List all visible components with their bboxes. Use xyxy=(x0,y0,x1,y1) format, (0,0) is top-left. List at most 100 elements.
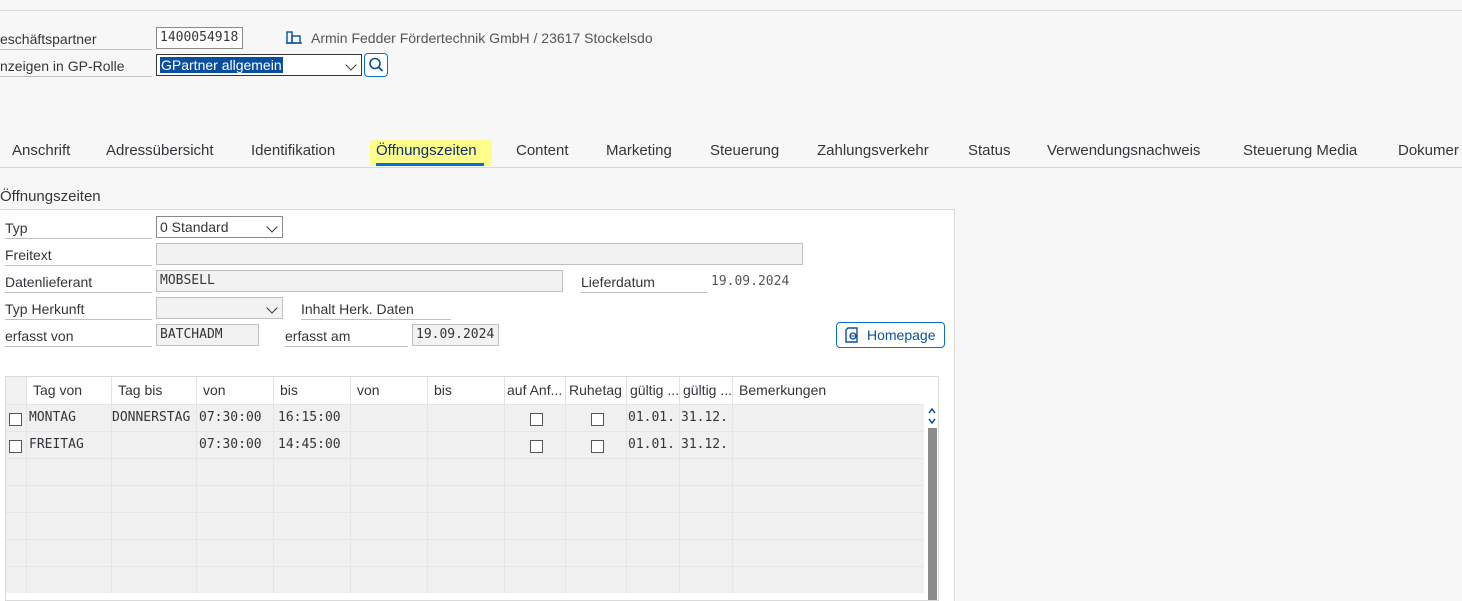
empty-cell xyxy=(112,540,197,566)
erfasst-von-input[interactable]: BATCHADM xyxy=(156,324,259,346)
tab-oeffnungszeiten[interactable]: Öffnungszeiten xyxy=(376,142,477,159)
tab-zahlungsverkehr[interactable]: Zahlungsverkehr xyxy=(817,142,929,159)
tab-verwendungsnachweis[interactable]: Verwendungsnachweis xyxy=(1047,142,1200,159)
row-select-header[interactable] xyxy=(6,377,27,404)
tab-anschrift[interactable]: Anschrift xyxy=(12,142,70,159)
freitext-input[interactable] xyxy=(156,243,803,265)
empty-cell xyxy=(112,459,197,485)
col-header-gueltig-ab[interactable]: gültig ... xyxy=(627,377,680,404)
checkbox[interactable] xyxy=(9,439,22,453)
tab-content[interactable]: Content xyxy=(516,142,569,159)
active-tab-indicator xyxy=(376,163,484,166)
empty-cell xyxy=(6,513,27,539)
col-header-ruhetag[interactable]: Ruhetag xyxy=(566,377,627,404)
tab-marketing[interactable]: Marketing xyxy=(606,142,672,159)
cell-bis-2[interactable] xyxy=(428,405,505,431)
tab-steuerung-media[interactable]: Steuerung Media xyxy=(1243,142,1357,159)
col-header-von[interactable]: von xyxy=(197,377,274,404)
empty-cell xyxy=(351,540,428,566)
table-row-empty[interactable] xyxy=(6,458,924,485)
empty-cell xyxy=(428,513,505,539)
homepage-button[interactable]: Homepage xyxy=(836,322,945,348)
search-button[interactable] xyxy=(364,53,388,77)
empty-cell xyxy=(197,486,274,512)
col-header-von-2[interactable]: von xyxy=(351,377,428,404)
cell-bis[interactable]: 14:45:00 xyxy=(274,432,351,458)
cell-bis[interactable]: 16:15:00 xyxy=(274,405,351,431)
cell-auf-anfrage[interactable] xyxy=(505,405,566,431)
empty-cell xyxy=(566,567,627,593)
scroll-up-icon[interactable] xyxy=(926,406,938,416)
empty-cell xyxy=(6,567,27,593)
cell-von[interactable]: 07:30:00 xyxy=(197,405,274,431)
cell-von[interactable]: 07:30:00 xyxy=(197,432,274,458)
empty-cell xyxy=(428,540,505,566)
building-icon xyxy=(286,30,302,44)
row-select[interactable] xyxy=(6,432,27,458)
checkbox[interactable] xyxy=(9,412,22,426)
empty-cell xyxy=(274,459,351,485)
cell-gueltig-bis[interactable]: 31.12. xyxy=(680,405,733,431)
cell-tag-von[interactable]: FREITAG xyxy=(27,432,112,458)
role-dropdown[interactable]: GPartner allgemein xyxy=(156,54,362,76)
vertical-scrollbar[interactable] xyxy=(926,404,938,600)
scrollbar-thumb[interactable] xyxy=(928,428,937,600)
empty-cell xyxy=(627,513,680,539)
cell-tag-bis[interactable] xyxy=(112,432,197,458)
col-header-gueltig-bis[interactable]: gültig ... xyxy=(680,377,733,404)
checkbox[interactable] xyxy=(590,412,604,426)
partner-input[interactable]: 1400054918 xyxy=(156,27,243,49)
table-row[interactable]: MONTAG DONNERSTAG 07:30:00 16:15:00 01.0… xyxy=(6,404,924,431)
typ-dropdown[interactable]: 0 Standard xyxy=(156,216,283,238)
scroll-down-icon[interactable] xyxy=(926,416,938,426)
role-label: nzeigen in GP-Rolle xyxy=(0,55,152,77)
empty-cell xyxy=(627,540,680,566)
inhalt-herk-label: Inhalt Herk. Daten xyxy=(301,298,451,320)
cell-ruhetag[interactable] xyxy=(566,405,627,431)
cell-tag-von[interactable]: MONTAG xyxy=(27,405,112,431)
col-header-tag-bis[interactable]: Tag bis xyxy=(112,377,197,404)
cell-von-2[interactable] xyxy=(351,432,428,458)
tab-adressuebersicht[interactable]: Adressübersicht xyxy=(106,142,214,159)
checkbox[interactable] xyxy=(529,439,543,453)
col-header-bis[interactable]: bis xyxy=(274,377,351,404)
cell-auf-anfrage[interactable] xyxy=(505,432,566,458)
datenlieferant-input[interactable]: MOBSELL xyxy=(156,270,563,292)
table-row[interactable]: FREITAG 07:30:00 14:45:00 01.01. 31.12. xyxy=(6,431,924,458)
col-header-auf-anfrage[interactable]: auf Anf... xyxy=(505,377,566,404)
empty-cell xyxy=(197,540,274,566)
freitext-label: Freitext xyxy=(5,244,152,266)
erfasst-am-input[interactable]: 19.09.2024 xyxy=(412,324,499,346)
table-row-empty[interactable] xyxy=(6,539,924,566)
tab-identifikation[interactable]: Identifikation xyxy=(251,142,335,159)
cell-bemerkungen[interactable] xyxy=(733,405,924,431)
checkbox[interactable] xyxy=(590,439,604,453)
table-row-empty[interactable] xyxy=(6,485,924,512)
top-divider xyxy=(0,10,1462,11)
typ-herkunft-label: Typ Herkunft xyxy=(5,298,152,320)
homepage-label: Homepage xyxy=(867,327,936,343)
cell-gueltig-bis[interactable]: 31.12. xyxy=(680,432,733,458)
col-header-tag-von[interactable]: Tag von xyxy=(27,377,112,404)
cell-bemerkungen[interactable] xyxy=(733,432,924,458)
cell-ruhetag[interactable] xyxy=(566,432,627,458)
col-header-bis-2[interactable]: bis xyxy=(428,377,505,404)
role-selected-text: GPartner allgemein xyxy=(160,57,283,73)
empty-cell xyxy=(566,486,627,512)
cell-von-2[interactable] xyxy=(351,405,428,431)
cell-gueltig-ab[interactable]: 01.01. xyxy=(627,405,680,431)
tab-dokumente[interactable]: Dokumer xyxy=(1398,142,1459,159)
table-row-empty[interactable] xyxy=(6,512,924,539)
cell-bis-2[interactable] xyxy=(428,432,505,458)
row-select[interactable] xyxy=(6,405,27,431)
cell-gueltig-ab[interactable]: 01.01. xyxy=(627,432,680,458)
typ-herkunft-dropdown[interactable] xyxy=(156,297,283,319)
empty-cell xyxy=(428,459,505,485)
table-row-empty[interactable] xyxy=(6,566,924,593)
checkbox[interactable] xyxy=(529,412,543,426)
tab-steuerung[interactable]: Steuerung xyxy=(710,142,779,159)
tab-status[interactable]: Status xyxy=(968,142,1011,159)
cell-tag-bis[interactable]: DONNERSTAG xyxy=(112,405,197,431)
col-header-bemerkungen[interactable]: Bemerkungen xyxy=(733,377,924,404)
empty-cell xyxy=(274,513,351,539)
